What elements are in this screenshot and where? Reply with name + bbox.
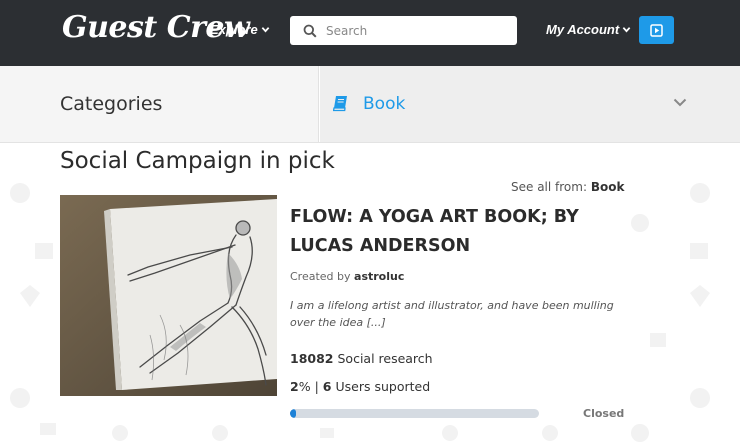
top-nav-bar: Guest Crew Explore My Account (0, 0, 740, 66)
chevron-down-icon (622, 27, 631, 33)
users-count: 6 (322, 379, 332, 394)
chevron-down-icon (673, 98, 687, 107)
project-title[interactable]: FLOW: A YOGA ART BOOK; BY LUCAS ANDERSON (290, 203, 630, 261)
search-input[interactable] (326, 23, 496, 38)
explore-label: Explore (210, 22, 258, 37)
chevron-down-icon (261, 27, 269, 33)
progress-fill (290, 409, 296, 418)
search-icon (303, 24, 317, 38)
users-label: Users suported (335, 379, 431, 394)
category-dropdown[interactable]: Book (320, 66, 740, 142)
play-icon (650, 23, 663, 37)
play-button[interactable] (639, 16, 674, 44)
search-box[interactable] (290, 16, 517, 45)
research-count: 18082 (290, 351, 334, 366)
selected-category-label: Book (363, 94, 406, 114)
yoga-sketch-image (60, 195, 277, 396)
my-account-menu[interactable]: My Account (546, 22, 631, 37)
research-stat: 18082 Social research (290, 351, 433, 366)
see-all-prefix: See all from: (511, 180, 588, 194)
created-by-label: Created by (290, 270, 351, 283)
creator-name[interactable]: astroluc (354, 270, 404, 283)
stat-separator: | (314, 379, 319, 394)
creator-line: Created by astroluc (290, 270, 404, 283)
my-account-label: My Account (546, 22, 620, 37)
funding-progress-bar (290, 409, 539, 418)
see-all-link[interactable]: See all from: Book (511, 180, 624, 194)
project-thumbnail[interactable] (60, 195, 277, 396)
category-bar: Categories Book (0, 66, 740, 143)
categories-heading: Categories (60, 93, 163, 115)
support-stat: 2% | 6 Users suported (290, 379, 430, 394)
project-blurb: I am a lifelong artist and illustrator, … (290, 299, 614, 329)
see-all-category[interactable]: Book (591, 180, 625, 194)
research-label: Social research (337, 351, 433, 366)
categories-panel: Categories (0, 66, 319, 142)
section-title: Social Campaign in pick (60, 148, 335, 174)
explore-menu[interactable]: Explore (210, 22, 270, 37)
percent-sign: % (298, 379, 311, 394)
percent-value: 2 (290, 379, 299, 394)
book-icon (333, 96, 347, 112)
status-badge: Closed (583, 407, 625, 420)
